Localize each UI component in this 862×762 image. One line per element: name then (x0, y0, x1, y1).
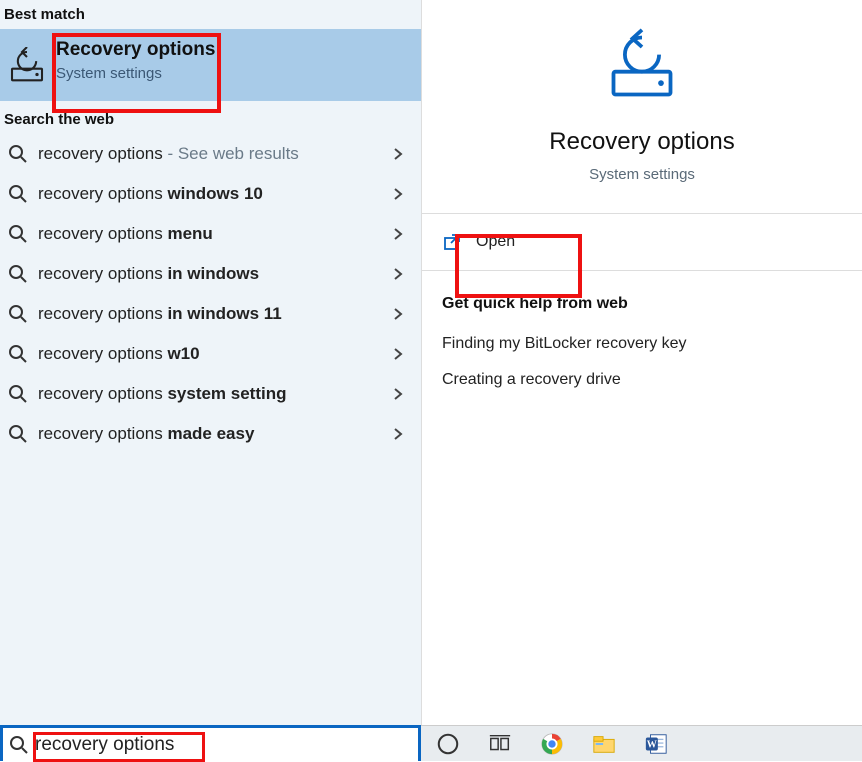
open-external-icon (442, 232, 462, 252)
chevron-right-icon[interactable] (391, 427, 405, 441)
web-result-item[interactable]: recovery options made easy (0, 414, 421, 454)
search-icon (8, 384, 28, 404)
quick-help-title: Get quick help from web (442, 295, 842, 313)
search-icon (8, 424, 28, 444)
chrome-icon[interactable] (539, 731, 565, 757)
recovery-icon (6, 45, 48, 89)
search-icon (8, 344, 28, 364)
search-icon (9, 735, 29, 755)
search-bar[interactable] (0, 725, 421, 761)
search-input[interactable] (35, 734, 335, 756)
web-result-item[interactable]: recovery options windows 10 (0, 174, 421, 214)
svg-text:W: W (647, 739, 657, 750)
best-match-header: Best match (0, 0, 421, 29)
web-result-text: recovery options w10 (38, 344, 391, 364)
chevron-right-icon[interactable] (391, 147, 405, 161)
search-results-pane: Best match Recovery options System setti… (0, 0, 421, 725)
search-web-header: Search the web (0, 101, 421, 134)
help-link-bitlocker[interactable]: Finding my BitLocker recovery key (442, 335, 842, 353)
web-result-item[interactable]: recovery options - See web results (0, 134, 421, 174)
taskbar: W (421, 725, 862, 761)
chevron-right-icon[interactable] (391, 387, 405, 401)
chevron-right-icon[interactable] (391, 347, 405, 361)
chevron-right-icon[interactable] (391, 227, 405, 241)
help-link-recovery-drive[interactable]: Creating a recovery drive (442, 371, 842, 389)
web-result-item[interactable]: recovery options in windows 11 (0, 294, 421, 334)
web-result-text: recovery options made easy (38, 424, 391, 444)
web-result-list: recovery options - See web results recove… (0, 134, 421, 454)
web-result-item[interactable]: recovery options menu (0, 214, 421, 254)
search-icon (8, 184, 28, 204)
open-label: Open (476, 233, 515, 251)
search-icon (8, 224, 28, 244)
word-icon[interactable]: W (643, 731, 669, 757)
search-icon (8, 144, 28, 164)
recovery-icon (604, 28, 680, 104)
detail-header: Recovery options System settings (422, 0, 862, 213)
web-result-item[interactable]: recovery options w10 (0, 334, 421, 374)
web-result-text: recovery options windows 10 (38, 184, 391, 204)
web-result-text: recovery options in windows 11 (38, 304, 391, 324)
web-result-text: recovery options menu (38, 224, 391, 244)
best-match-title: Recovery options (56, 39, 215, 61)
best-match-result[interactable]: Recovery options System settings (0, 29, 421, 101)
open-button[interactable]: Open (422, 214, 862, 270)
search-icon (8, 304, 28, 324)
best-match-subtitle: System settings (56, 65, 215, 82)
chevron-right-icon[interactable] (391, 267, 405, 281)
detail-subtitle: System settings (589, 166, 695, 183)
file-explorer-icon[interactable] (591, 731, 617, 757)
quick-help-section: Get quick help from web Finding my BitLo… (422, 271, 862, 417)
detail-pane: Recovery options System settings Open Ge… (421, 0, 862, 725)
web-result-text: recovery options in windows (38, 264, 391, 284)
web-result-item[interactable]: recovery options system setting (0, 374, 421, 414)
cortana-icon[interactable] (435, 731, 461, 757)
detail-title: Recovery options (549, 128, 734, 156)
task-view-icon[interactable] (487, 731, 513, 757)
chevron-right-icon[interactable] (391, 187, 405, 201)
search-icon (8, 264, 28, 284)
web-result-text: recovery options - See web results (38, 144, 391, 164)
web-result-text: recovery options system setting (38, 384, 391, 404)
chevron-right-icon[interactable] (391, 307, 405, 321)
web-result-item[interactable]: recovery options in windows (0, 254, 421, 294)
